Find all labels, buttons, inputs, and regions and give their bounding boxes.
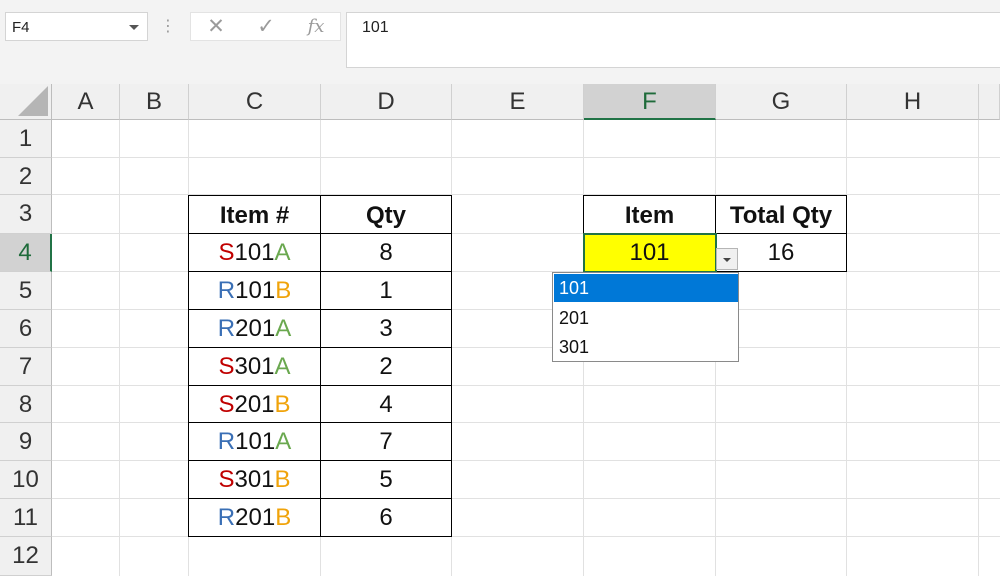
item-suffix: A	[274, 353, 291, 380]
item-prefix: S	[218, 466, 235, 493]
qty-cell[interactable]: 1	[320, 271, 452, 310]
header-item-number[interactable]: Item #	[188, 195, 321, 234]
item-number: 101	[235, 277, 276, 304]
qty-cell[interactable]: 7	[320, 422, 452, 461]
row-header-2[interactable]: 2	[0, 158, 52, 195]
check-icon[interactable]: ✓	[249, 15, 283, 39]
item-number: 301	[234, 353, 275, 380]
qty-cell[interactable]: 8	[320, 233, 452, 272]
formula-bar: F4 ⋮ ✕ ✓ fx 101	[0, 0, 1000, 84]
item-suffix: B	[274, 466, 291, 493]
vertical-dots-icon: ⋮	[160, 18, 176, 35]
item-suffix: A	[275, 315, 292, 342]
name-box-value: F4	[12, 19, 30, 36]
item-suffix: B	[274, 391, 291, 418]
item-prefix: R	[217, 277, 236, 304]
row-header-11[interactable]: 11	[0, 499, 52, 537]
formula-input[interactable]: 101	[346, 12, 1000, 68]
row-header-9[interactable]: 9	[0, 423, 52, 461]
formula-buttons: ✕ ✓ fx	[190, 12, 341, 41]
qty-cell[interactable]: 6	[320, 498, 452, 537]
item-cell[interactable]: S201B	[188, 385, 321, 423]
spreadsheet-window: F4 ⋮ ✕ ✓ fx 101 A B C D E F G H 1 2 3 4 …	[0, 0, 1000, 576]
gridline	[978, 120, 979, 576]
item-prefix: R	[217, 504, 236, 531]
qty-cell[interactable]: 3	[320, 309, 452, 348]
gridline	[846, 120, 847, 576]
item-cell[interactable]: S301A	[188, 347, 321, 386]
active-cell-selection	[583, 233, 717, 273]
cancel-icon[interactable]: ✕	[199, 15, 233, 39]
column-header-partial[interactable]	[979, 84, 1000, 120]
column-header-h[interactable]: H	[847, 84, 979, 120]
column-header-a[interactable]: A	[52, 84, 120, 120]
item-prefix: S	[218, 353, 235, 380]
item-cell[interactable]: R201A	[188, 309, 321, 348]
gridline	[119, 120, 120, 576]
column-header-e[interactable]: E	[452, 84, 584, 120]
formula-value: 101	[362, 19, 389, 36]
validation-dropdown-button[interactable]	[716, 248, 738, 270]
item-cell[interactable]: R101B	[188, 271, 321, 310]
qty-cell[interactable]: 5	[320, 460, 452, 499]
item-prefix: R	[217, 315, 236, 342]
row-header-6[interactable]: 6	[0, 310, 52, 348]
item-number: 201	[235, 315, 276, 342]
row-header-7[interactable]: 7	[0, 348, 52, 386]
row-header-12[interactable]: 12	[0, 537, 52, 576]
column-header-b[interactable]: B	[120, 84, 189, 120]
column-header-f[interactable]: F	[584, 84, 716, 120]
select-all-button[interactable]	[0, 84, 52, 120]
header-item[interactable]: Item	[583, 195, 716, 234]
item-number: 201	[234, 391, 275, 418]
chevron-down-icon[interactable]	[129, 25, 139, 30]
item-number: 101	[235, 428, 276, 455]
name-box[interactable]: F4	[5, 12, 148, 41]
row-header-4[interactable]: 4	[0, 234, 52, 272]
row-header-10[interactable]: 10	[0, 461, 52, 499]
row-header-8[interactable]: 8	[0, 386, 52, 423]
item-suffix: A	[275, 428, 292, 455]
qty-cell[interactable]: 2	[320, 347, 452, 386]
item-number: 201	[235, 504, 276, 531]
header-total-qty[interactable]: Total Qty	[715, 195, 847, 234]
validation-dropdown-list: 101 201 301	[552, 272, 739, 362]
gridline	[52, 157, 1000, 158]
dropdown-option[interactable]: 201	[554, 304, 738, 332]
item-suffix: B	[275, 277, 292, 304]
item-number: 101	[234, 239, 275, 266]
select-all-triangle-icon	[18, 86, 48, 116]
item-cell[interactable]: S101A	[188, 233, 321, 272]
row-header-1[interactable]: 1	[0, 120, 52, 158]
item-prefix: R	[217, 428, 236, 455]
item-cell[interactable]: S301B	[188, 460, 321, 499]
row-header-3[interactable]: 3	[0, 195, 52, 234]
item-prefix: S	[218, 239, 235, 266]
header-qty[interactable]: Qty	[320, 195, 452, 234]
chevron-down-icon	[723, 258, 731, 262]
column-header-c[interactable]: C	[189, 84, 321, 120]
column-header-d[interactable]: D	[321, 84, 452, 120]
row-header-5[interactable]: 5	[0, 272, 52, 310]
item-cell[interactable]: R101A	[188, 422, 321, 461]
dropdown-option[interactable]: 301	[554, 333, 738, 361]
item-suffix: B	[275, 504, 292, 531]
item-number: 301	[234, 466, 275, 493]
item-prefix: S	[218, 391, 235, 418]
item-cell[interactable]: R201B	[188, 498, 321, 537]
dropdown-option[interactable]: 101	[554, 274, 738, 302]
item-suffix: A	[274, 239, 291, 266]
column-header-g[interactable]: G	[716, 84, 847, 120]
insert-function-icon[interactable]: fx	[299, 15, 333, 39]
qty-cell[interactable]: 4	[320, 385, 452, 423]
